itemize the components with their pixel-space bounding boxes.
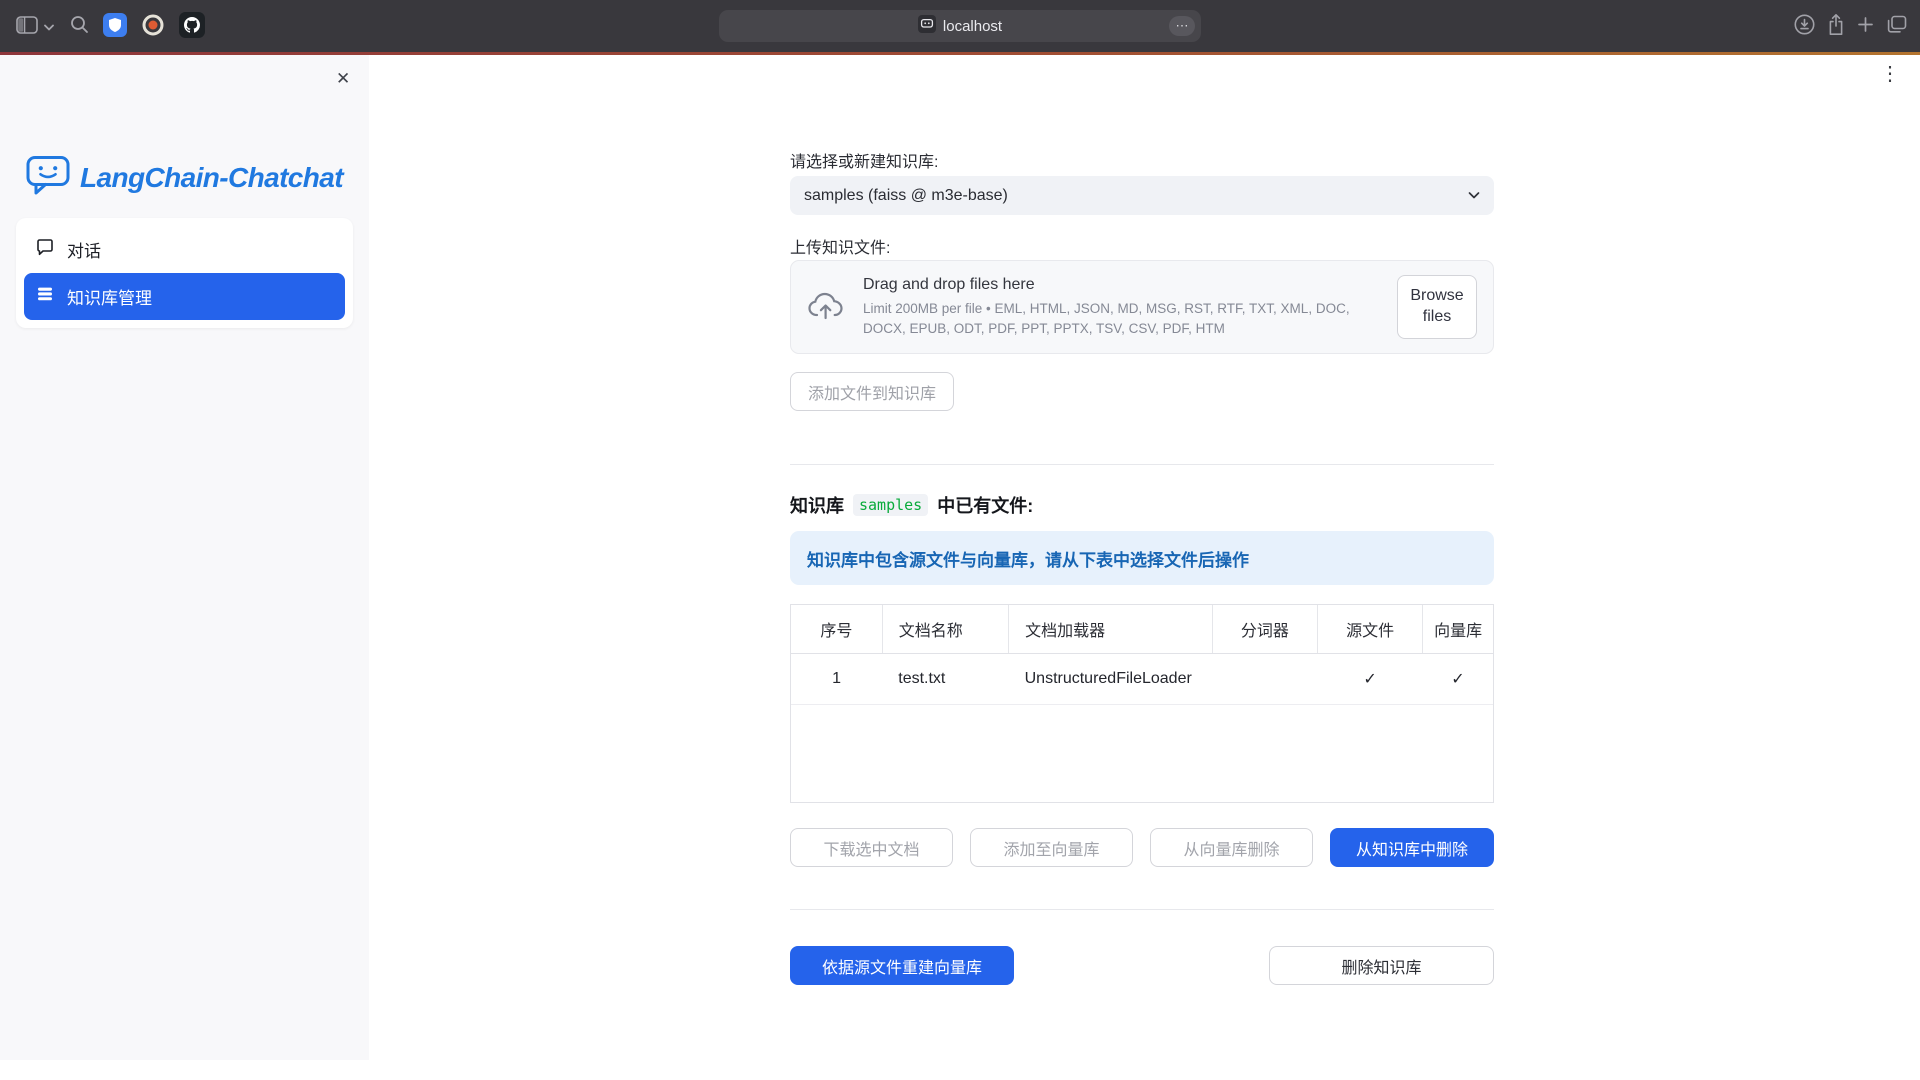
app-logo: LangChain-Chatchat	[26, 154, 343, 201]
remove-from-vector-store-button[interactable]: 从向量库删除	[1150, 828, 1313, 867]
cloud-upload-icon	[807, 290, 845, 325]
sidebar-item-kb-management[interactable]: 知识库管理	[24, 273, 345, 320]
file-action-buttons: 下载选中文档 添加至向量库 从向量库删除 从知识库中删除	[790, 828, 1494, 867]
downloads-button[interactable]	[1793, 13, 1816, 39]
sidebar: ✕ LangChain-Chatchat 对话 知识库管理	[0, 55, 369, 1060]
table-header-row: 序号 文档名称 文档加载器 分词器 源文件 向量库	[791, 605, 1493, 654]
plus-icon	[1856, 15, 1875, 37]
column-header-index: 序号	[791, 605, 882, 654]
delete-kb-button[interactable]: 删除知识库	[1269, 946, 1494, 985]
target-extension-icon	[141, 13, 165, 40]
column-header-splitter: 分词器	[1212, 605, 1317, 654]
sidebar-close-button[interactable]: ✕	[330, 66, 356, 92]
browser-toolbar: localhost ⋯	[0, 0, 1920, 52]
site-favicon	[918, 15, 936, 38]
info-banner-text: 知识库中包含源文件与向量库，请从下表中选择文件后操作	[807, 546, 1249, 571]
streamlit-decoration-bar	[0, 52, 1920, 55]
kb-heading-suffix: 中已有文件:	[937, 492, 1033, 518]
extension-github-button[interactable]	[179, 12, 205, 41]
info-banner: 知识库中包含源文件与向量库，请从下表中选择文件后操作	[790, 531, 1494, 585]
browse-files-button[interactable]: Browse files	[1397, 275, 1477, 339]
column-header-doc-name: 文档名称	[882, 605, 1008, 654]
column-header-loader: 文档加载器	[1009, 605, 1213, 654]
add-files-to-kb-button[interactable]: 添加文件到知识库	[790, 372, 954, 411]
dropzone-limit-text: Limit 200MB per file • EML, HTML, JSON, …	[863, 299, 1379, 338]
page-menu-button[interactable]: ⋯	[1169, 16, 1195, 36]
address-bar[interactable]: localhost ⋯	[719, 10, 1201, 42]
download-icon	[1793, 13, 1816, 39]
shield-extension-icon	[103, 13, 127, 40]
extension-target-button[interactable]	[141, 13, 165, 40]
sidebar-panel-icon	[16, 16, 38, 37]
logo-text: LangChain-Chatchat	[80, 162, 343, 194]
tab-overview-button[interactable]	[1885, 14, 1908, 38]
sidebar-nav: 对话 知识库管理	[16, 218, 353, 328]
chevron-down-icon	[44, 19, 54, 34]
cell-loader: UnstructuredFileLoader	[1009, 654, 1213, 705]
share-icon	[1826, 13, 1846, 40]
kb-bottom-buttons: 依据源文件重建向量库 删除知识库	[790, 946, 1494, 985]
divider	[790, 464, 1494, 465]
cell-vector-store-check: ✓	[1423, 654, 1493, 705]
add-to-vector-store-button[interactable]: 添加至向量库	[970, 828, 1133, 867]
kb-selectbox[interactable]: samples (faiss @ m3e-base)	[790, 176, 1494, 215]
upload-label: 上传知识文件:	[790, 234, 890, 258]
overflow-menu-button[interactable]: ⋮	[1874, 63, 1906, 85]
dropzone-title: Drag and drop files here	[863, 276, 1379, 294]
cell-source-file-check: ✓	[1317, 654, 1422, 705]
kb-select-label: 请选择或新建知识库:	[790, 148, 938, 172]
kb-selectbox-value: samples (faiss @ m3e-base)	[804, 187, 1008, 205]
chat-bubble-icon	[35, 237, 55, 262]
chevron-down-icon	[1466, 187, 1482, 208]
kb-management-icon	[35, 284, 55, 309]
kb-heading-prefix: 知识库	[790, 492, 844, 518]
url-text: localhost	[943, 18, 1002, 35]
search-button[interactable]	[70, 15, 89, 37]
sidebar-menu-chevron-button[interactable]	[44, 19, 54, 34]
divider	[790, 909, 1494, 910]
new-tab-button[interactable]	[1856, 15, 1875, 37]
cell-splitter	[1212, 654, 1317, 705]
chatbot-logo-icon	[26, 154, 70, 201]
table-row[interactable]: 1 test.txt UnstructuredFileLoader ✓ ✓	[791, 654, 1493, 705]
search-icon	[70, 15, 89, 37]
main-area: ⋮ 请选择或新建知识库: samples (faiss @ m3e-base) …	[369, 55, 1920, 1080]
github-icon	[179, 12, 205, 41]
dropzone-text: Drag and drop files here Limit 200MB per…	[863, 276, 1379, 338]
sidebar-item-label: 对话	[67, 237, 101, 262]
sidebar-toggle-button[interactable]	[16, 16, 38, 37]
cell-doc-name: test.txt	[882, 654, 1008, 705]
tabs-icon	[1885, 14, 1908, 38]
column-header-source-file: 源文件	[1317, 605, 1422, 654]
rebuild-vector-store-button[interactable]: 依据源文件重建向量库	[790, 946, 1014, 985]
share-button[interactable]	[1826, 13, 1846, 40]
extension-shield-button[interactable]	[103, 13, 127, 40]
cell-index: 1	[791, 654, 882, 705]
content-column: 请选择或新建知识库: samples (faiss @ m3e-base) 上传…	[790, 55, 1494, 1080]
delete-from-kb-button[interactable]: 从知识库中删除	[1330, 828, 1494, 867]
column-header-vector-store: 向量库	[1423, 605, 1493, 654]
kb-name-code: samples	[853, 494, 928, 516]
sidebar-item-label: 知识库管理	[67, 284, 152, 309]
kb-files-heading: 知识库 samples 中已有文件:	[790, 492, 1033, 518]
file-dropzone[interactable]: Drag and drop files here Limit 200MB per…	[790, 260, 1494, 354]
download-selected-button[interactable]: 下载选中文档	[790, 828, 953, 867]
sidebar-item-chat[interactable]: 对话	[24, 226, 345, 273]
kb-files-table: 序号 文档名称 文档加载器 分词器 源文件 向量库 1 test.txt Uns	[790, 604, 1494, 803]
app-root: ✕ LangChain-Chatchat 对话 知识库管理 ⋮	[0, 55, 1920, 1080]
